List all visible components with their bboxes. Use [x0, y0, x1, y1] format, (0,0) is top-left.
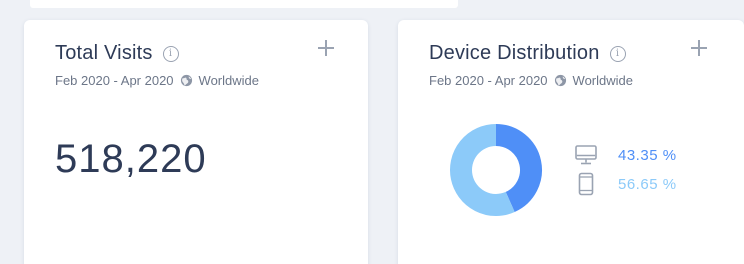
legend-row-mobile: 56.65 % — [574, 172, 677, 196]
add-button[interactable] — [687, 36, 711, 60]
info-icon[interactable]: i — [162, 45, 179, 62]
device-distribution-title-row: Device Distribution i — [429, 42, 626, 65]
region-label: Worldwide — [572, 73, 633, 88]
device-donut-chart — [450, 124, 542, 216]
region-label: Worldwide — [198, 73, 259, 88]
desktop-percentage: 43.35 % — [618, 146, 677, 164]
total-visits-card: Total Visits i Feb 2020 - Apr 2020 World… — [24, 20, 368, 264]
mobile-icon — [578, 172, 594, 196]
mobile-percentage: 56.65 % — [618, 175, 677, 193]
legend-row-desktop: 43.35 % — [574, 143, 677, 167]
card-title: Total Visits — [55, 42, 153, 64]
total-visits-title-row: Total Visits i — [55, 42, 179, 65]
date-range: Feb 2020 - Apr 2020 — [55, 73, 174, 88]
total-visits-value: 518,220 — [55, 137, 207, 181]
desktop-icon — [575, 145, 597, 165]
date-region-line: Feb 2020 - Apr 2020 Worldwide — [55, 73, 259, 88]
globe-icon — [554, 74, 566, 87]
top-strip — [30, 0, 458, 8]
date-range: Feb 2020 - Apr 2020 — [429, 73, 548, 88]
card-title: Device Distribution — [429, 42, 600, 64]
globe-icon — [180, 74, 192, 87]
add-button[interactable] — [314, 36, 338, 60]
info-icon[interactable]: i — [609, 45, 626, 62]
device-distribution-card: Device Distribution i Feb 2020 - Apr 202… — [398, 20, 744, 264]
donut-slice-desktop — [495, 124, 542, 213]
date-region-line: Feb 2020 - Apr 2020 Worldwide — [429, 73, 633, 88]
